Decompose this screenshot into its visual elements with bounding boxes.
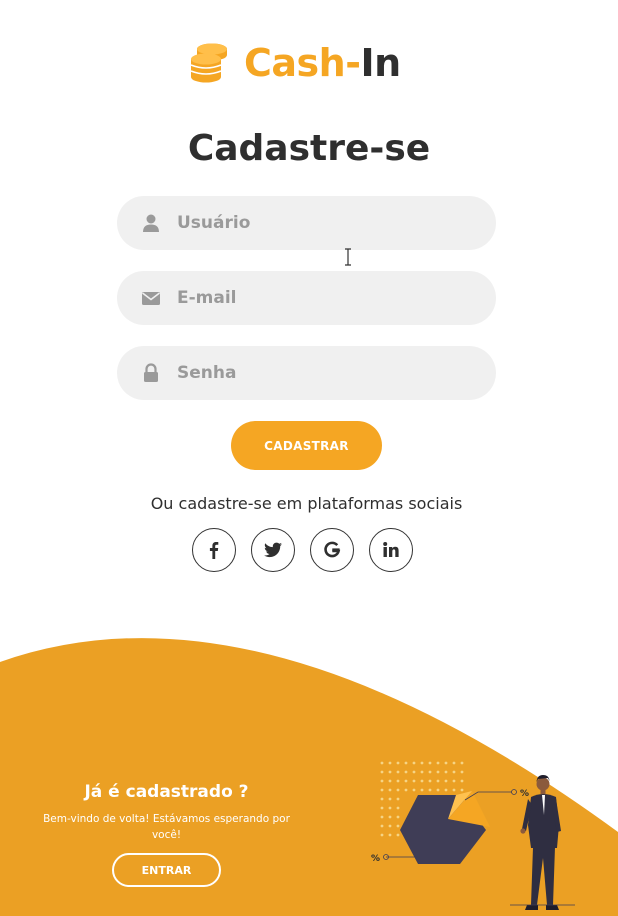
email-field[interactable] xyxy=(117,271,496,325)
password-input[interactable] xyxy=(177,346,477,400)
facebook-icon xyxy=(209,542,219,559)
brand-name-part2: In xyxy=(360,41,401,85)
social-signup-text: Ou cadastre-se em plataformas sociais xyxy=(150,494,463,513)
login-panel-title: Já é cadastrado ? xyxy=(84,782,249,802)
email-input[interactable] xyxy=(177,271,477,325)
linkedin-icon xyxy=(383,542,399,557)
twitter-icon xyxy=(264,542,282,558)
coins-icon xyxy=(190,43,227,83)
brand-logo: Cash-In xyxy=(188,40,401,86)
percent-label: % xyxy=(520,789,529,799)
twitter-button[interactable] xyxy=(251,528,295,572)
lock-icon xyxy=(144,363,158,382)
google-button[interactable] xyxy=(310,528,354,572)
brand-name-part1: Cash- xyxy=(244,41,361,85)
envelope-icon xyxy=(142,292,160,305)
password-field[interactable] xyxy=(117,346,496,400)
facebook-button[interactable] xyxy=(192,528,236,572)
brand-name: Cash-In xyxy=(244,41,401,85)
page-title: Cadastre-se xyxy=(187,128,431,169)
linkedin-button[interactable] xyxy=(369,528,413,572)
percent-label: % xyxy=(371,854,380,864)
login-panel-subtitle: Bem-vindo de volta! Estávamos esperando … xyxy=(43,813,290,841)
user-icon xyxy=(143,214,159,232)
signup-button[interactable]: CADASTRAR xyxy=(231,421,382,470)
username-field[interactable] xyxy=(117,196,496,250)
text-cursor-icon xyxy=(345,248,351,266)
business-illustration: % % xyxy=(371,761,575,910)
social-buttons xyxy=(192,528,413,572)
login-button[interactable]: ENTRAR xyxy=(112,853,221,887)
google-icon xyxy=(324,541,341,558)
username-input[interactable] xyxy=(177,196,477,250)
